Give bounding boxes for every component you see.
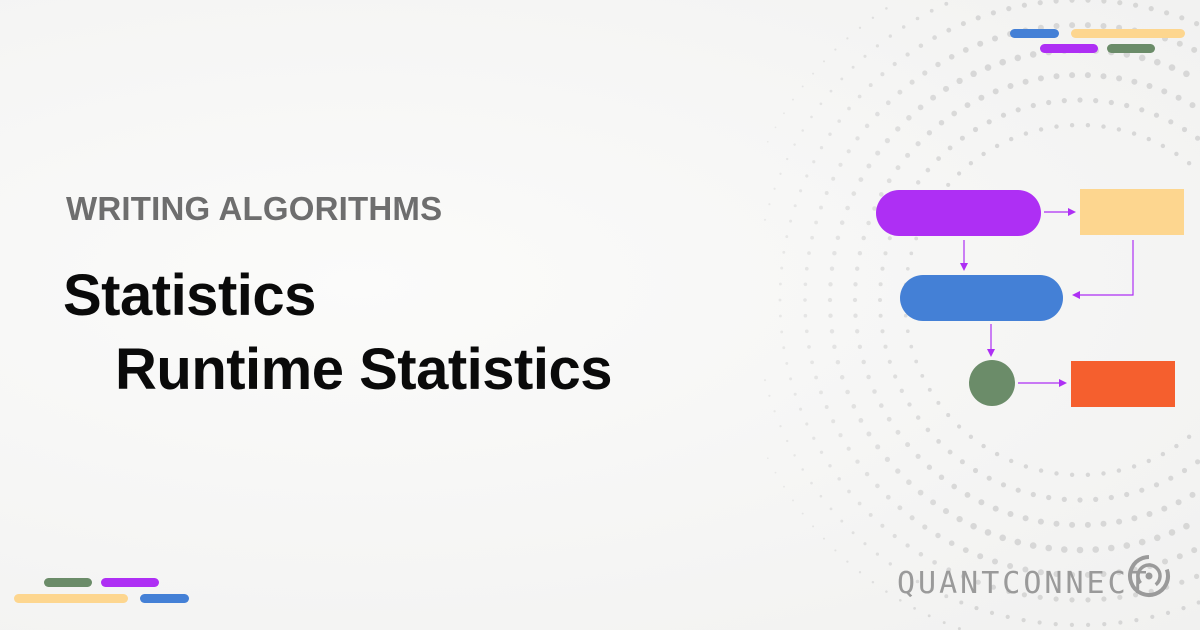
flowchart-illustration	[876, 189, 1184, 407]
quantconnect-logo-icon	[1128, 555, 1170, 597]
flow-node-blue	[900, 275, 1063, 321]
flow-node-yellow	[1080, 189, 1184, 235]
flow-node-purple	[876, 190, 1041, 236]
flow-node-green-circle	[969, 360, 1015, 406]
flow-node-orange	[1071, 361, 1175, 407]
banner: WRITING ALGORITHMS Statistics Runtime St…	[0, 0, 1200, 630]
brand-name: QUANTCONNECT	[897, 566, 1150, 601]
